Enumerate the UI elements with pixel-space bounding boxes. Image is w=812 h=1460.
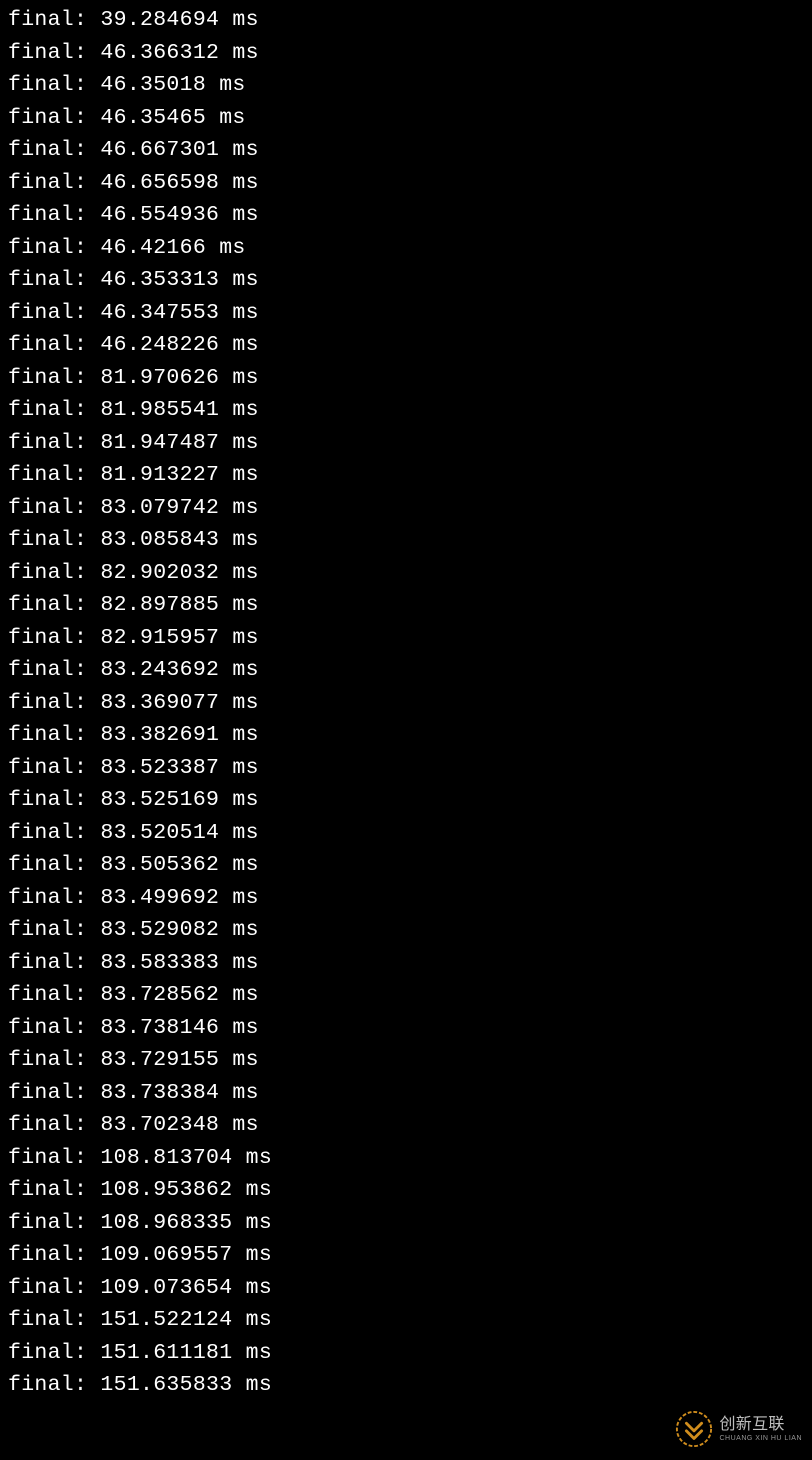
log-line: final: 82.915957 ms [8, 622, 804, 655]
log-line: final: 108.813704 ms [8, 1142, 804, 1175]
watermark-cn-text: 创新互联 [719, 1417, 802, 1433]
log-line: final: 83.079742 ms [8, 492, 804, 525]
log-line: final: 108.968335 ms [8, 1207, 804, 1240]
log-line: final: 39.284694 ms [8, 4, 804, 37]
log-line: final: 81.947487 ms [8, 427, 804, 460]
watermark-logo-icon [675, 1410, 713, 1448]
log-line: final: 81.913227 ms [8, 459, 804, 492]
log-line: final: 83.529082 ms [8, 914, 804, 947]
log-line: final: 46.667301 ms [8, 134, 804, 167]
terminal-output: final: 39.284694 msfinal: 46.366312 msfi… [8, 4, 804, 1402]
watermark: 创新互联 CHUANG XIN HU LIAN [675, 1410, 802, 1448]
log-line: final: 151.611181 ms [8, 1337, 804, 1370]
log-line: final: 109.069557 ms [8, 1239, 804, 1272]
log-line: final: 83.085843 ms [8, 524, 804, 557]
log-line: final: 81.970626 ms [8, 362, 804, 395]
log-line: final: 83.728562 ms [8, 979, 804, 1012]
log-line: final: 46.347553 ms [8, 297, 804, 330]
log-line: final: 83.525169 ms [8, 784, 804, 817]
watermark-en-text: CHUANG XIN HU LIAN [719, 1435, 802, 1442]
log-line: final: 46.366312 ms [8, 37, 804, 70]
log-line: final: 82.897885 ms [8, 589, 804, 622]
log-line: final: 83.499692 ms [8, 882, 804, 915]
log-line: final: 83.702348 ms [8, 1109, 804, 1142]
log-line: final: 46.353313 ms [8, 264, 804, 297]
log-line: final: 83.505362 ms [8, 849, 804, 882]
log-line: final: 46.35018 ms [8, 69, 804, 102]
log-line: final: 83.520514 ms [8, 817, 804, 850]
log-line: final: 46.248226 ms [8, 329, 804, 362]
log-line: final: 83.738146 ms [8, 1012, 804, 1045]
log-line: final: 151.522124 ms [8, 1304, 804, 1337]
log-line: final: 83.738384 ms [8, 1077, 804, 1110]
log-line: final: 109.073654 ms [8, 1272, 804, 1305]
log-line: final: 83.369077 ms [8, 687, 804, 720]
log-line: final: 46.42166 ms [8, 232, 804, 265]
log-line: final: 46.656598 ms [8, 167, 804, 200]
log-line: final: 82.902032 ms [8, 557, 804, 590]
log-line: final: 83.583383 ms [8, 947, 804, 980]
log-line: final: 108.953862 ms [8, 1174, 804, 1207]
log-line: final: 151.635833 ms [8, 1369, 804, 1402]
log-line: final: 46.35465 ms [8, 102, 804, 135]
log-line: final: 83.523387 ms [8, 752, 804, 785]
log-line: final: 83.382691 ms [8, 719, 804, 752]
log-line: final: 83.729155 ms [8, 1044, 804, 1077]
watermark-text: 创新互联 CHUANG XIN HU LIAN [719, 1417, 802, 1442]
log-line: final: 83.243692 ms [8, 654, 804, 687]
log-line: final: 46.554936 ms [8, 199, 804, 232]
log-line: final: 81.985541 ms [8, 394, 804, 427]
